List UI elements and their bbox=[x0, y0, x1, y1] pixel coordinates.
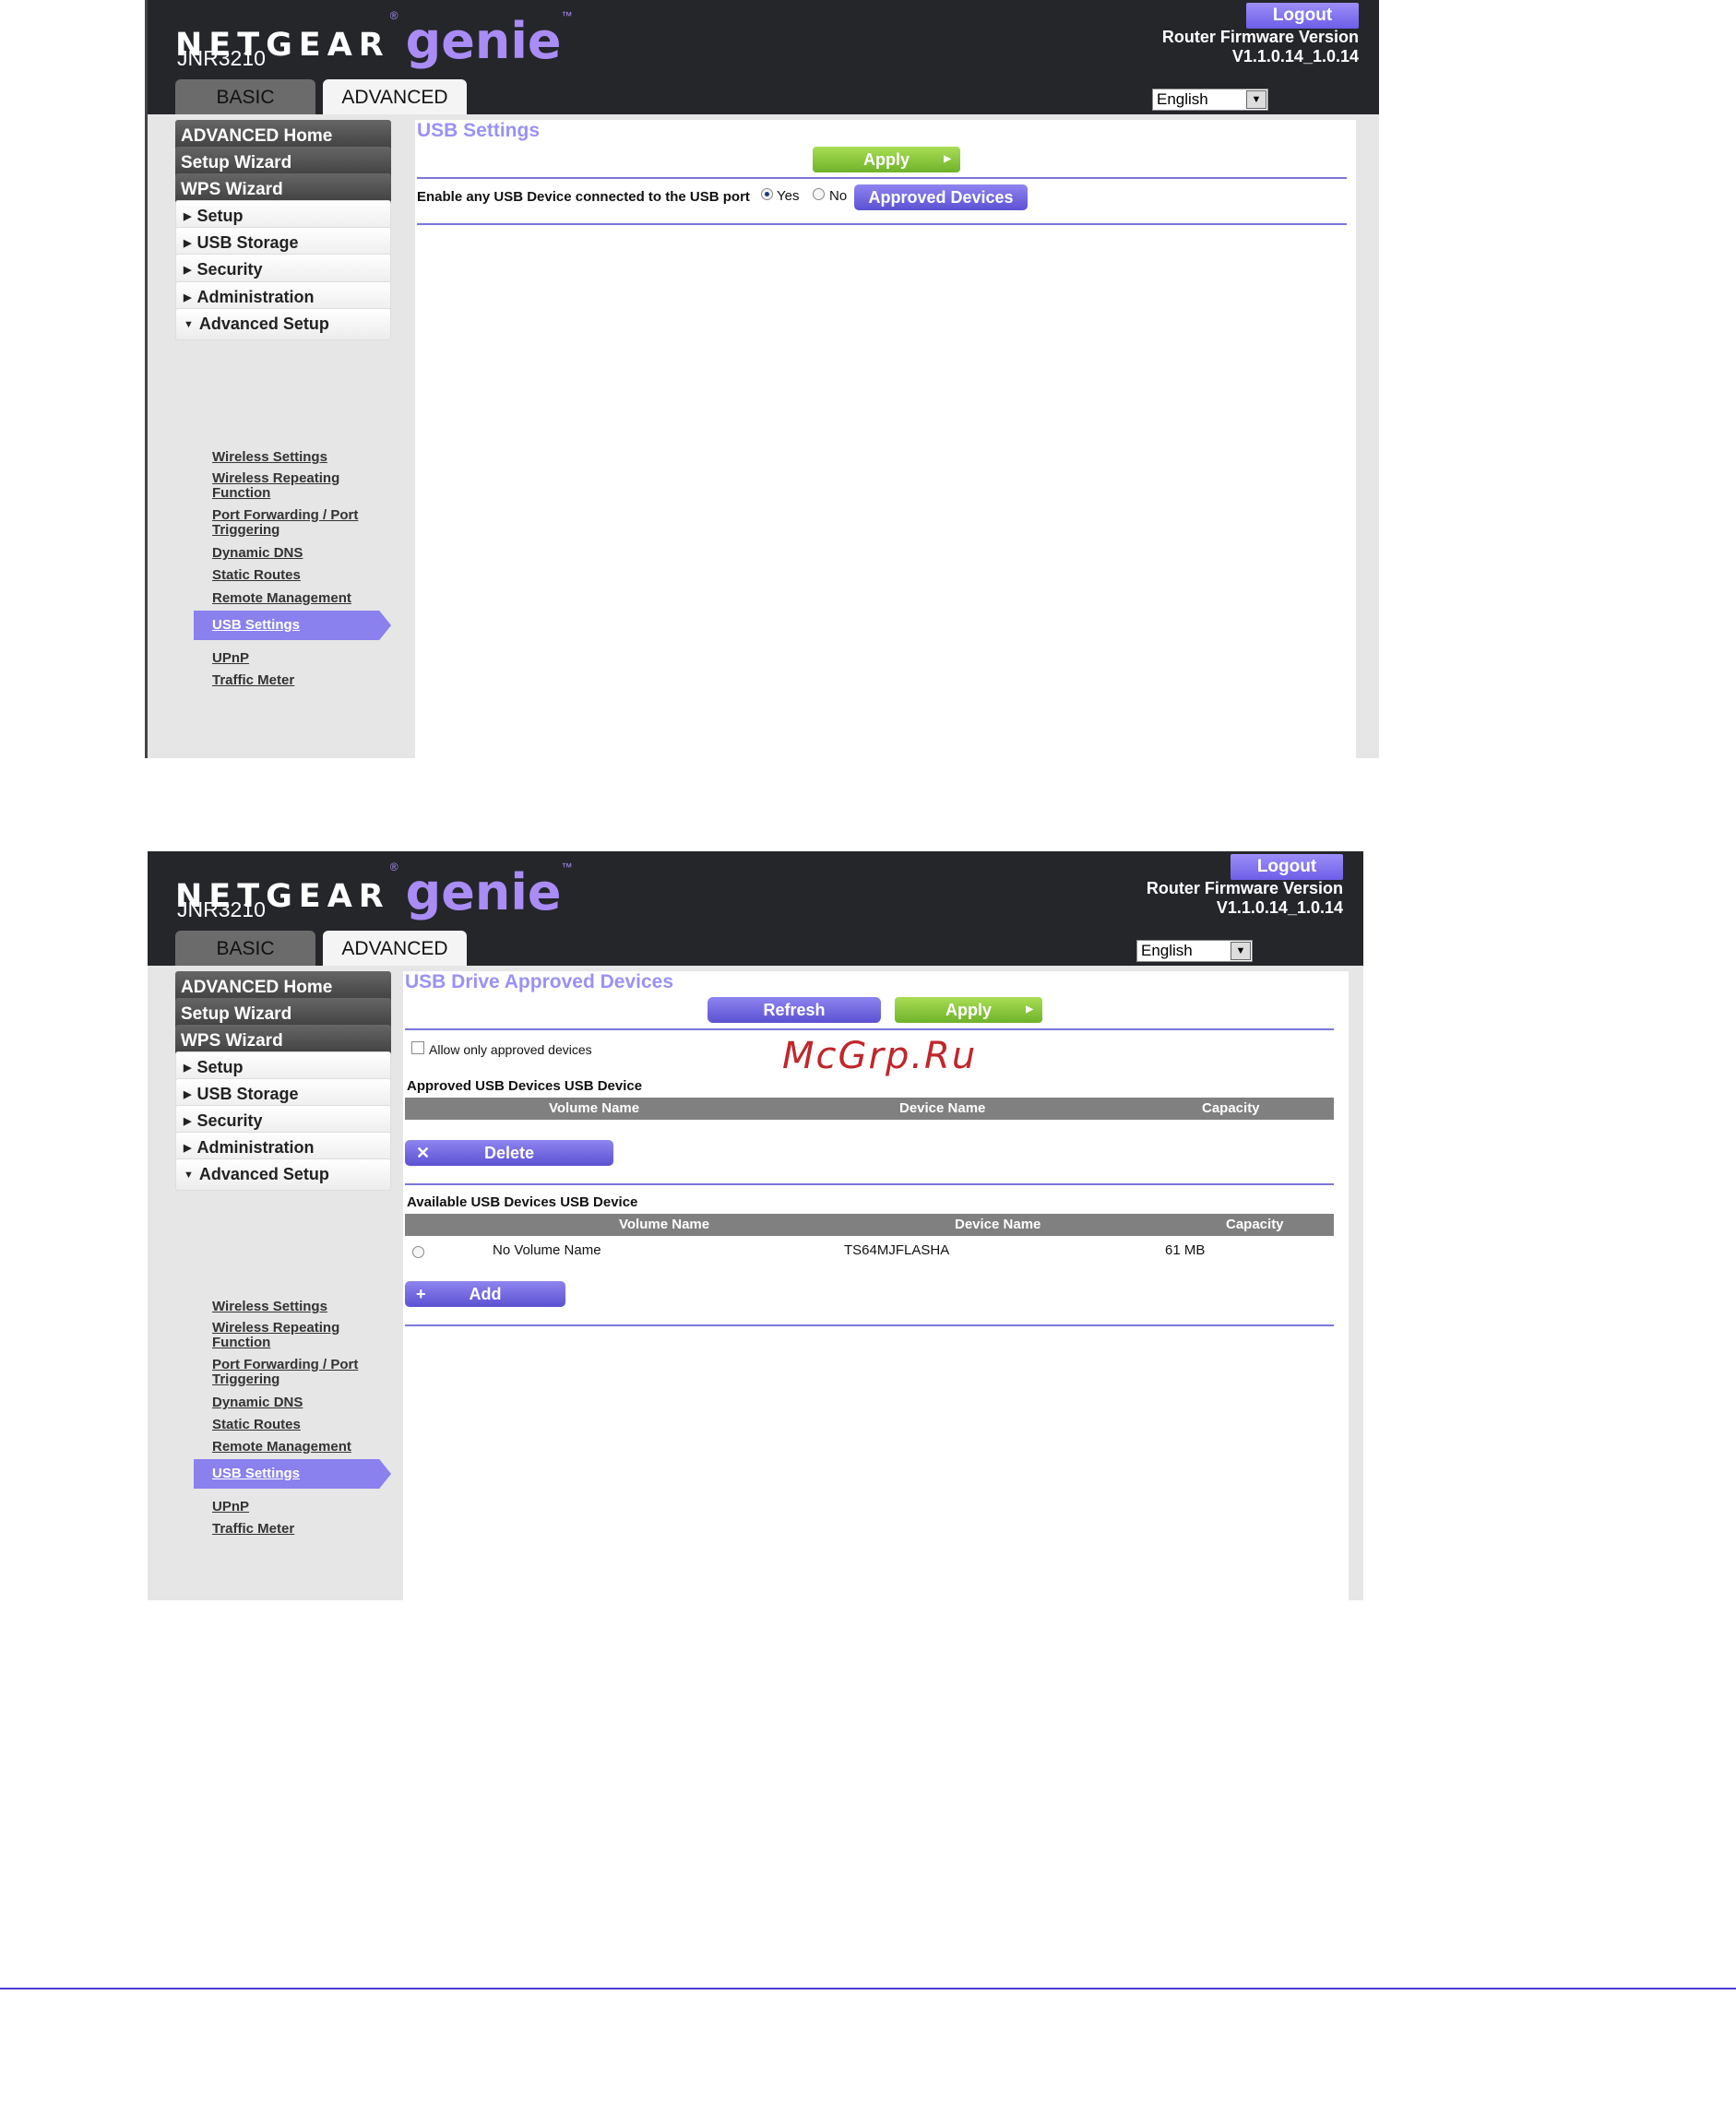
column-volume-name: Volume Name bbox=[619, 1217, 710, 1232]
row-capacity: 61 MB bbox=[1165, 1242, 1206, 1258]
column-volume-name: Volume Name bbox=[549, 1100, 640, 1116]
tab-basic[interactable]: BASIC bbox=[175, 79, 315, 114]
approved-devices-button[interactable]: Approved Devices bbox=[854, 184, 1028, 210]
link-wireless-settings[interactable]: Wireless Settings bbox=[212, 450, 327, 465]
sidebar: ADVANCED Home Setup Wizard WPS Wizard ▶ S… bbox=[148, 114, 412, 758]
sidebar-item-advanced-setup[interactable]: ▼ Advanced Setup bbox=[175, 308, 391, 340]
device-select-radio[interactable] bbox=[412, 1246, 424, 1258]
link-wireless-repeating[interactable]: Wireless Repeating Function bbox=[212, 1321, 339, 1350]
sidebar-item-advanced-setup[interactable]: ▼ Advanced Setup bbox=[175, 1158, 391, 1191]
sidebar: ADVANCED Home Setup Wizard WPS Wizard ▶ S… bbox=[148, 966, 403, 1600]
chevron-down-icon[interactable]: ▼ bbox=[1246, 90, 1266, 109]
column-capacity: Capacity bbox=[1202, 1100, 1260, 1116]
link-static-routes[interactable]: Static Routes bbox=[212, 568, 301, 583]
approved-table-header: Volume Name Device Name Capacity bbox=[405, 1098, 1334, 1120]
chevron-down-icon[interactable]: ▼ bbox=[1231, 942, 1251, 960]
link-dynamic-dns[interactable]: Dynamic DNS bbox=[212, 546, 303, 561]
column-device-name: Device Name bbox=[955, 1217, 1041, 1232]
link-wireless-repeating[interactable]: Wireless Repeating Function bbox=[212, 471, 339, 501]
link-traffic-meter[interactable]: Traffic Meter bbox=[212, 673, 294, 688]
refresh-button[interactable]: Refresh bbox=[707, 997, 881, 1023]
firmware-version: V1.1.0.14_1.0.14 bbox=[1216, 898, 1343, 917]
allow-only-approved-checkbox[interactable] bbox=[411, 1041, 424, 1054]
triangle-right-icon: ▶ bbox=[184, 238, 192, 249]
language-value: English bbox=[1141, 942, 1193, 959]
firmware-label: Router Firmware Version bbox=[1161, 28, 1359, 46]
usb-settings-screenshot: NETGEAR® genie™ JNR3210 BASIC ADVANCED Lo… bbox=[145, 0, 1379, 758]
triangle-down-icon: ▼ bbox=[184, 1170, 194, 1181]
tab-advanced[interactable]: ADVANCED bbox=[323, 79, 467, 114]
enable-usb-label: Enable any USB Device connected to the U… bbox=[417, 189, 750, 205]
yes-label: Yes bbox=[777, 188, 800, 204]
column-device-name: Device Name bbox=[899, 1100, 986, 1116]
row-device-name: TS64MJFLASHA bbox=[844, 1242, 950, 1258]
language-select[interactable]: English ▼ bbox=[1136, 940, 1253, 962]
triangle-right-icon: ▶ bbox=[184, 1089, 192, 1100]
link-port-forwarding[interactable]: Port Forwarding / Port Triggering bbox=[212, 1358, 358, 1387]
triangle-right-icon: ▶ bbox=[184, 211, 192, 222]
main-content: USB Settings Apply ▶ Enable any USB Devic… bbox=[415, 120, 1356, 758]
plus-icon: + bbox=[416, 1285, 426, 1303]
yes-radio[interactable] bbox=[761, 188, 773, 200]
tab-advanced[interactable]: ADVANCED bbox=[323, 931, 467, 966]
divider bbox=[405, 1183, 1334, 1185]
firmware-info: Router Firmware Version V1.1.0.14_1.0.14 bbox=[1162, 28, 1359, 66]
no-radio[interactable] bbox=[813, 188, 825, 200]
approved-devices-heading: Approved USB Devices USB Device bbox=[407, 1078, 643, 1094]
header: NETGEAR® genie™ JNR3210 BASIC ADVANCED Lo… bbox=[148, 851, 1363, 966]
available-table-header: Volume Name Device Name Capacity bbox=[405, 1214, 1334, 1236]
watermark: McGrp.Ru bbox=[782, 1035, 978, 1077]
triangle-right-icon: ▶ bbox=[184, 265, 192, 276]
column-capacity: Capacity bbox=[1226, 1217, 1284, 1232]
triangle-right-icon: ▶ bbox=[184, 1143, 192, 1154]
model-name: JNR3210 bbox=[177, 897, 266, 921]
link-upnp[interactable]: UPnP bbox=[212, 651, 249, 666]
available-devices-heading: Available USB Devices USB Device bbox=[407, 1194, 638, 1210]
triangle-right-icon: ▶ bbox=[184, 292, 192, 303]
model-name: JNR3210 bbox=[177, 46, 266, 70]
arrow-right-icon: ▶ bbox=[1026, 1004, 1033, 1015]
page-bottom-rule bbox=[0, 1988, 1736, 1989]
divider bbox=[405, 1028, 1334, 1030]
add-button[interactable]: + Add bbox=[405, 1281, 565, 1307]
language-value: English bbox=[1157, 90, 1208, 108]
row-volume-name: No Volume Name bbox=[493, 1242, 601, 1258]
page-title: USB Drive Approved Devices bbox=[405, 971, 673, 992]
link-remote-management[interactable]: Remote Management bbox=[212, 1440, 351, 1455]
tab-basic[interactable]: BASIC bbox=[175, 931, 315, 966]
no-label: No bbox=[829, 188, 848, 204]
logout-button[interactable]: Logout bbox=[1246, 3, 1359, 29]
language-select[interactable]: English ▼ bbox=[1152, 89, 1268, 111]
triangle-right-icon: ▶ bbox=[184, 1116, 192, 1127]
divider bbox=[405, 1324, 1334, 1326]
header: NETGEAR® genie™ JNR3210 BASIC ADVANCED Lo… bbox=[148, 0, 1379, 114]
logout-button[interactable]: Logout bbox=[1231, 854, 1343, 880]
divider bbox=[417, 223, 1347, 225]
apply-button[interactable]: Apply ▶ bbox=[895, 997, 1042, 1023]
firmware-info: Router Firmware Version V1.1.0.14_1.0.14 bbox=[1147, 879, 1343, 918]
close-icon: ✕ bbox=[416, 1144, 431, 1162]
firmware-label: Router Firmware Version bbox=[1146, 879, 1343, 897]
divider bbox=[417, 177, 1347, 179]
link-dynamic-dns[interactable]: Dynamic DNS bbox=[212, 1395, 303, 1410]
triangle-down-icon: ▼ bbox=[184, 319, 194, 330]
link-usb-settings[interactable]: USB Settings bbox=[194, 611, 391, 640]
allow-only-approved-label: Allow only approved devices bbox=[429, 1042, 592, 1057]
link-traffic-meter[interactable]: Traffic Meter bbox=[212, 1522, 294, 1537]
usb-approved-devices-screenshot: NETGEAR® genie™ JNR3210 BASIC ADVANCED Lo… bbox=[148, 851, 1363, 1600]
arrow-right-icon: ▶ bbox=[944, 154, 951, 164]
page-title: USB Settings bbox=[417, 120, 541, 141]
link-usb-settings[interactable]: USB Settings bbox=[194, 1459, 391, 1489]
link-static-routes[interactable]: Static Routes bbox=[212, 1418, 301, 1432]
delete-button[interactable]: ✕ Delete bbox=[405, 1140, 613, 1166]
apply-button[interactable]: Apply ▶ bbox=[813, 147, 960, 172]
triangle-right-icon: ▶ bbox=[184, 1063, 192, 1074]
firmware-version: V1.1.0.14_1.0.14 bbox=[1231, 47, 1359, 65]
link-remote-management[interactable]: Remote Management bbox=[212, 591, 351, 606]
link-wireless-settings[interactable]: Wireless Settings bbox=[212, 1300, 327, 1314]
link-port-forwarding[interactable]: Port Forwarding / Port Triggering bbox=[212, 508, 358, 538]
link-upnp[interactable]: UPnP bbox=[212, 1500, 249, 1514]
